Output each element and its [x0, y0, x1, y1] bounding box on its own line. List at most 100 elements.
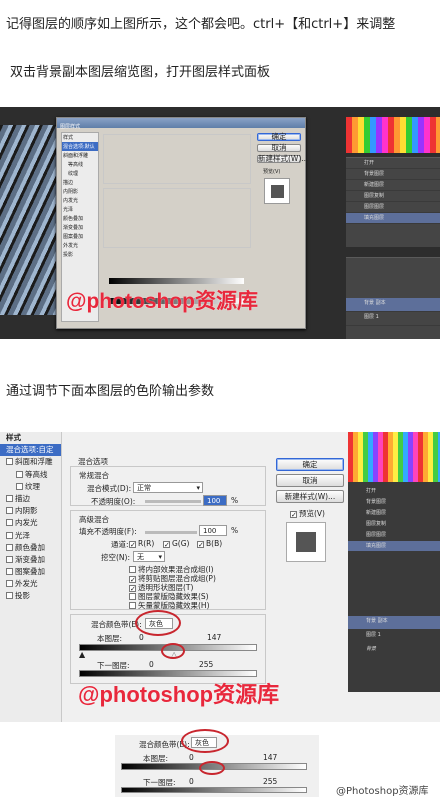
preview-checkbox[interactable]: 预览(V) [290, 508, 325, 519]
chevron-down-icon: ▾ [196, 484, 200, 492]
blend-if-group: 混合颜色带(E): 灰色 本图层: 0 147 ▲ △ 下一图层: 0 255 [70, 610, 266, 684]
style-item[interactable]: 光泽 [62, 205, 98, 214]
layer-row[interactable]: 背景 副本 [346, 298, 440, 312]
history-item[interactable]: 填充图层 [348, 541, 440, 552]
style-item[interactable]: 纹理 [62, 169, 98, 178]
style-item[interactable]: 描边 [0, 493, 61, 505]
checkbox-icon[interactable] [6, 458, 13, 466]
style-item[interactable]: 投影 [62, 250, 98, 259]
intro-line-3: 通过调节下面本图层的色阶输出参数 [6, 384, 215, 399]
checkbox-icon[interactable] [6, 568, 13, 576]
checkbox-icon[interactable] [6, 507, 13, 515]
style-item[interactable]: 投影 [0, 590, 61, 602]
preview-checkbox[interactable]: 预览(V) [263, 168, 280, 175]
advanced-option-label: 图层蒙版隐藏效果(S) [138, 592, 209, 601]
style-item[interactable]: 渐变叠加 [62, 223, 98, 232]
style-item[interactable]: 纹理 [0, 481, 61, 493]
fill-opacity-slider[interactable] [145, 531, 197, 534]
checkbox-icon[interactable] [6, 555, 13, 563]
screenshot-layer-style-overview: 图层样式 样式 混合选项:默认 斜面和浮雕 等高线 纹理 描边 内阴影 内发光 … [0, 107, 440, 339]
ok-button[interactable]: 确定 [257, 133, 301, 141]
style-item-label: 外发光 [15, 579, 38, 589]
style-item[interactable]: 渐变叠加 [0, 554, 61, 566]
ok-button[interactable]: 确定 [276, 458, 344, 471]
style-item[interactable]: 外发光 [62, 241, 98, 250]
history-item[interactable]: 背景图层 [346, 169, 440, 180]
style-item[interactable]: 等高线 [62, 160, 98, 169]
this-layer-min: 0 [189, 753, 194, 762]
style-item[interactable]: 图案叠加 [62, 232, 98, 241]
style-item[interactable]: 混合选项:默认 [62, 142, 98, 151]
history-item[interactable]: 背景图层 [348, 497, 440, 508]
footer-credit: @Photoshop资源库 [336, 786, 429, 797]
checkbox-icon[interactable] [6, 592, 13, 600]
this-layer-black-slider[interactable]: ▲ [79, 651, 85, 659]
style-item[interactable]: 斜面和浮雕 [62, 151, 98, 160]
history-item[interactable]: 图层复制 [348, 519, 440, 530]
style-item[interactable]: 斜面和浮雕 [0, 456, 61, 468]
history-item[interactable]: 打开 [348, 486, 440, 497]
advanced-option-checkbox[interactable]: 将内部效果混合成组(I) [129, 565, 216, 574]
checkbox-icon[interactable] [6, 580, 13, 588]
checkbox-icon [129, 593, 136, 600]
style-item[interactable]: 颜色叠加 [62, 214, 98, 223]
this-layer-max: 147 [263, 753, 278, 762]
history-item[interactable]: 打开 [346, 158, 440, 169]
checkbox-icon[interactable] [16, 482, 23, 490]
new-style-button[interactable]: 新建样式(W)... [276, 490, 344, 503]
dialog-titlebar: 图层样式 [57, 118, 305, 130]
chevron-down-icon: ▾ [158, 553, 162, 561]
blend-mode-select[interactable]: 正常 ▾ [133, 482, 203, 493]
style-item[interactable]: 图案叠加 [0, 566, 61, 578]
style-item[interactable]: 外发光 [0, 578, 61, 590]
checkbox-icon[interactable] [6, 519, 13, 527]
layer-row[interactable]: 图层 1 [348, 630, 440, 644]
screenshot-layer-style-detail: 样式 混合选项:自定 斜面和浮雕 等高线 纹理 描边 内阴影 内发光 光泽 颜色叠加 渐变叠加 图案… [0, 432, 440, 722]
channel-g-checkbox[interactable]: G(G) [163, 539, 189, 548]
history-item[interactable]: 新建图层 [346, 180, 440, 191]
history-item[interactable]: 图层图层 [346, 202, 440, 213]
advanced-option-checkbox[interactable]: 图层蒙版隐藏效果(S) [129, 592, 216, 601]
knockout-select[interactable]: 无 ▾ [133, 551, 165, 562]
style-item[interactable]: 内阴影 [62, 187, 98, 196]
checkbox-icon[interactable] [6, 531, 13, 539]
channel-g-label: G(G) [172, 539, 190, 548]
history-item[interactable]: 图层复制 [346, 191, 440, 202]
layer-row[interactable]: 背景 [348, 644, 440, 658]
styles-header: 样式 [63, 135, 74, 141]
style-item[interactable]: 等高线 [0, 469, 61, 481]
cancel-button[interactable]: 取消 [257, 144, 301, 152]
opacity-slider[interactable] [145, 500, 201, 503]
style-item-label: 等高线 [25, 469, 48, 479]
advanced-option-checkbox[interactable]: 透明形状图层(T) [129, 583, 216, 592]
style-item[interactable]: 光泽 [0, 530, 61, 542]
general-blend-title: 常规混合 [79, 471, 109, 480]
history-item[interactable]: 新建图层 [348, 508, 440, 519]
checkbox-icon [129, 576, 136, 583]
advanced-option-checkbox[interactable]: 将剪贴图层混合成组(P) [129, 574, 216, 583]
style-item[interactable]: 内阴影 [0, 505, 61, 517]
checkbox-icon[interactable] [6, 494, 13, 502]
advanced-option-checkbox[interactable]: 矢量蒙版隐藏效果(H) [129, 601, 216, 610]
checkbox-icon[interactable] [6, 543, 13, 551]
annotation-circle [161, 643, 185, 659]
history-item[interactable]: 图层图层 [348, 530, 440, 541]
cancel-button[interactable]: 取消 [276, 474, 344, 487]
style-item[interactable]: 内发光 [0, 517, 61, 529]
advanced-blend-group: 高级混合 填充不透明度(F): 100 % 通道: R(R) G(G) B(B)… [70, 510, 266, 610]
fill-opacity-pct: % [231, 526, 239, 535]
opacity-input[interactable]: 100 [203, 495, 227, 506]
style-item[interactable]: 描边 [62, 178, 98, 187]
style-item[interactable]: 混合选项:自定 [0, 444, 61, 457]
checkbox-icon[interactable] [16, 470, 23, 478]
watermark-1: @photoshop资源库 [66, 290, 258, 313]
layer-row[interactable]: 图层 1 [346, 312, 440, 326]
new-style-button[interactable]: 新建样式(W)... [257, 155, 308, 163]
style-item[interactable]: 内发光 [62, 196, 98, 205]
channel-r-checkbox[interactable]: R(R) [129, 539, 154, 548]
history-item[interactable]: 填充图层 [346, 213, 440, 224]
fill-opacity-input[interactable]: 100 [199, 525, 227, 536]
layer-row[interactable]: 背景 副本 [348, 616, 440, 630]
style-item[interactable]: 颜色叠加 [0, 542, 61, 554]
channel-b-checkbox[interactable]: B(B) [197, 539, 222, 548]
